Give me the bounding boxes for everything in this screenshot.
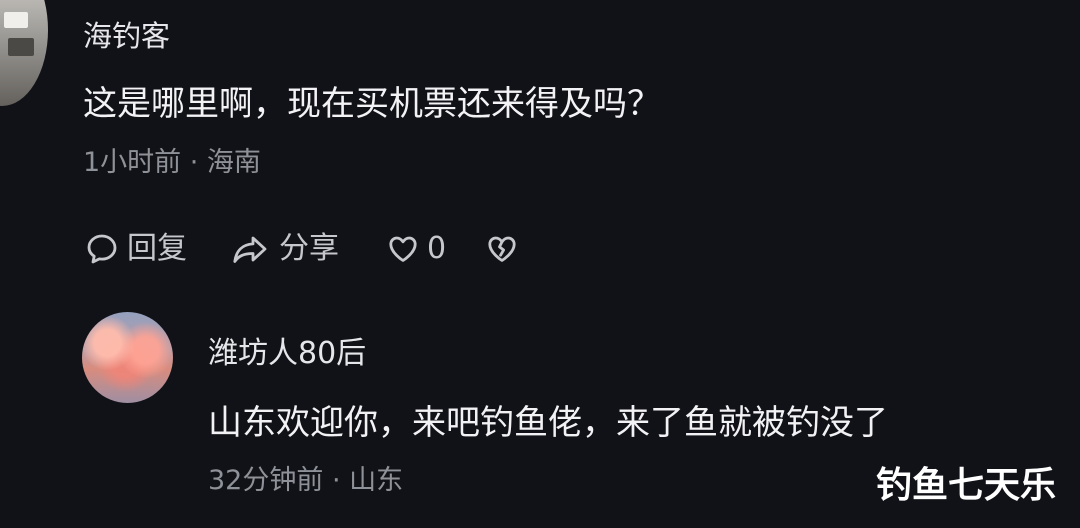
share-label: 分享 — [279, 231, 339, 266]
reply-label: 回复 — [127, 231, 187, 266]
heart-icon — [385, 231, 421, 267]
like-count: 0 — [427, 231, 447, 266]
reply-meta: 32分钟前 · 山东 — [208, 465, 404, 496]
dislike-button[interactable] — [484, 227, 520, 271]
comment-meta: 1小时前 · 海南 — [83, 147, 261, 178]
speech-bubble-icon — [83, 230, 121, 268]
comment-text: 这是哪里啊，现在买机票还来得及吗？ — [83, 84, 661, 124]
watermark-text: 钓鱼七天乐 — [876, 465, 1057, 506]
comment-username[interactable]: 海钓客 — [83, 16, 170, 56]
share-button[interactable]: 分享 — [229, 227, 339, 271]
avatar-detail-dark — [8, 38, 34, 56]
reply-user-avatar[interactable] — [82, 312, 173, 403]
broken-heart-icon — [484, 231, 520, 267]
like-button[interactable]: 0 — [385, 227, 446, 271]
avatar-detail-light — [4, 12, 28, 28]
share-arrow-icon — [229, 230, 273, 268]
user-avatar[interactable] — [0, 0, 48, 106]
reply-text: 山东欢迎你，来吧钓鱼佬，来了鱼就被钓没了 — [208, 403, 888, 443]
reply-button[interactable]: 回复 — [83, 227, 187, 271]
reply-username[interactable]: 潍坊人80后 — [208, 333, 366, 375]
